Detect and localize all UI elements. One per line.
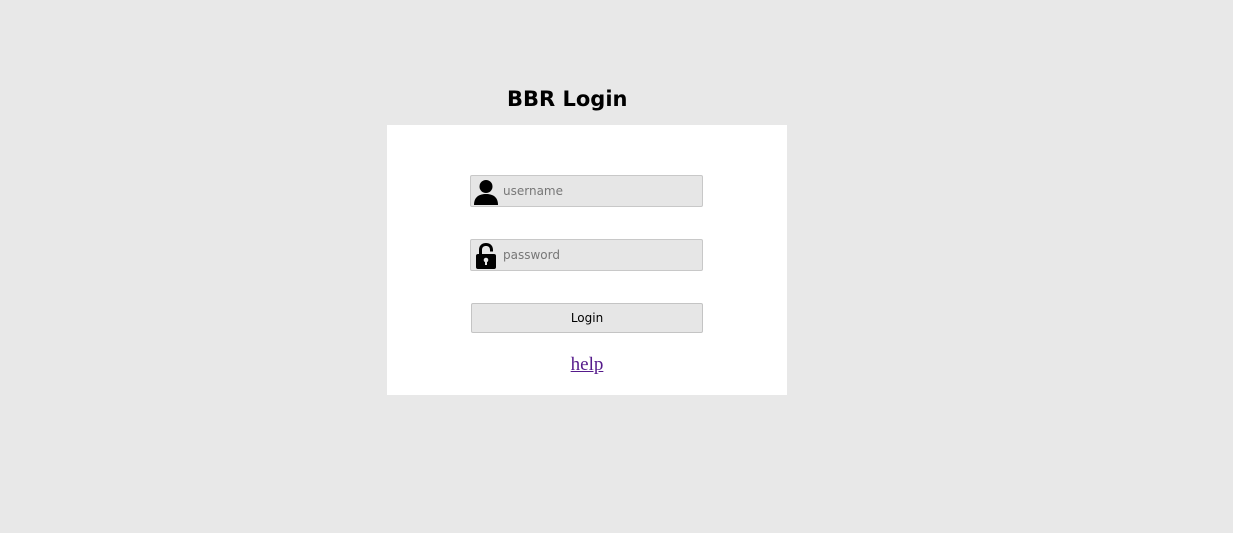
user-icon <box>473 178 499 206</box>
username-field[interactable] <box>470 175 703 207</box>
username-input[interactable] <box>501 176 700 206</box>
login-button[interactable]: Login <box>471 303 703 333</box>
help-link-row: help <box>387 353 787 377</box>
help-link[interactable]: help <box>571 354 604 375</box>
unlocked-padlock-icon <box>473 242 499 270</box>
password-input[interactable] <box>501 240 700 270</box>
login-panel: Login help <box>387 125 787 395</box>
page-title: BBR Login <box>507 87 628 111</box>
password-field[interactable] <box>470 239 703 271</box>
